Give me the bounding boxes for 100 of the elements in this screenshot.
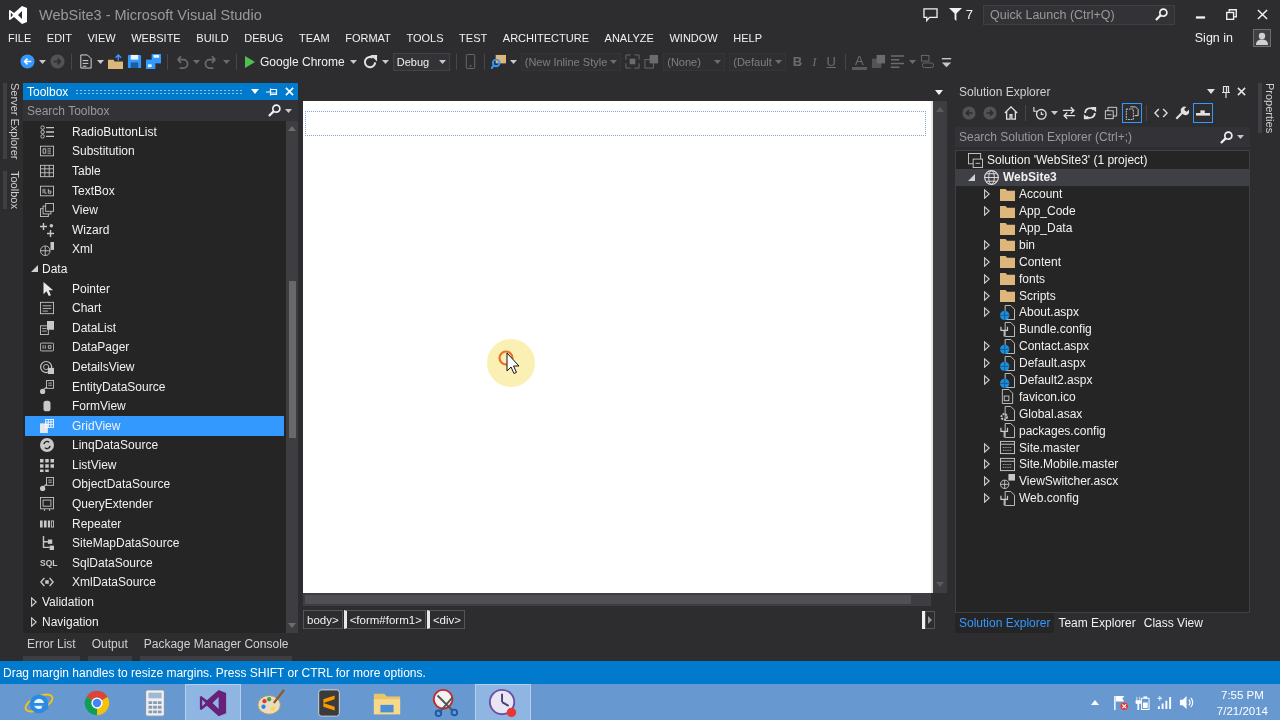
expand-arrow-icon[interactable] (984, 290, 990, 301)
refresh-icon[interactable] (362, 54, 378, 69)
configuration-dropdown[interactable]: Debug (392, 52, 450, 71)
caret-icon[interactable] (39, 59, 46, 64)
search-field[interactable]: Search Solution Explorer (Ctrl+;) (955, 127, 1250, 147)
expand-arrow-icon[interactable] (984, 442, 990, 453)
toolbox-item[interactable]: EntityDataSource (25, 376, 284, 397)
up-caret-icon[interactable] (1090, 700, 1099, 705)
tree-item[interactable]: Site.Mobile.master (956, 456, 1249, 473)
search-icon[interactable] (1155, 8, 1168, 21)
toolbox-item[interactable]: Substitution (25, 141, 284, 162)
flag-icon[interactable] (1112, 695, 1128, 710)
toolbox-group[interactable]: Navigation (25, 611, 284, 632)
menu-item[interactable]: HELP (725, 32, 770, 44)
toolbox-item[interactable]: Xml (25, 239, 284, 260)
tree-item[interactable]: Solution 'WebSite3' (1 project) (956, 152, 1249, 169)
toolbox-item[interactable]: Chart (25, 298, 284, 318)
menu-item[interactable]: WINDOW (661, 32, 726, 44)
tree-item[interactable]: WebSite3 (956, 168, 1249, 186)
folder-magnifier-icon[interactable] (490, 54, 506, 69)
collapse-arrow-icon[interactable] (31, 265, 38, 273)
bar-icon[interactable] (1193, 103, 1213, 123)
menu-item[interactable]: FILE (0, 32, 40, 44)
toolbox-item[interactable]: SQL SqlDataSource (25, 553, 284, 573)
expand-arrow-icon[interactable] (984, 341, 990, 352)
toolbox-item[interactable]: ListView (25, 455, 284, 475)
tree-item[interactable]: Contact.aspx (956, 337, 1249, 355)
menu-item[interactable]: TEST (451, 32, 495, 44)
tree-item[interactable]: Web.config (956, 489, 1249, 507)
caret-icon[interactable] (1207, 89, 1215, 94)
toolbox-item[interactable]: LinqDataSource (25, 435, 284, 456)
toolbox-item[interactable]: Wizard (25, 219, 284, 240)
new-file-icon[interactable] (78, 54, 93, 69)
panel-tab[interactable]: Solution Explorer (955, 613, 1055, 633)
tag-selector[interactable]: <div> (426, 610, 466, 629)
expand-arrow-icon[interactable] (984, 307, 990, 318)
caret-icon[interactable] (1237, 135, 1244, 139)
toolbox-item[interactable]: DataList (25, 317, 284, 338)
speaker-icon[interactable] (1178, 695, 1194, 710)
signal-icon[interactable] (1156, 695, 1172, 710)
tag-selector[interactable]: <form#form1> (343, 610, 426, 629)
menu-item[interactable]: WEBSITE (123, 32, 189, 44)
tree-item[interactable]: Content (956, 253, 1249, 271)
menu-item[interactable]: DEBUG (236, 32, 292, 44)
tree-item[interactable]: Default.aspx (956, 354, 1249, 372)
tree-item[interactable]: favicon.ico (956, 388, 1249, 406)
menu-item[interactable]: ARCHITECTURE (495, 32, 597, 44)
save-all-icon[interactable] (146, 54, 161, 69)
scroll-right-icon[interactable] (922, 610, 935, 629)
toolbox-item[interactable]: DataPager (25, 337, 284, 358)
close-icon[interactable] (1257, 9, 1268, 20)
collapse-arrow-icon[interactable] (968, 173, 975, 181)
speech-bubble-icon[interactable] (922, 7, 938, 22)
expand-arrow-icon[interactable] (984, 493, 990, 504)
tree-item[interactable]: Account (956, 185, 1249, 203)
toolbox-item[interactable]: ObjectDataSource (25, 474, 284, 495)
tree-item[interactable]: App_Data (956, 219, 1249, 237)
menu-item[interactable]: VIEW (79, 32, 124, 44)
caret-icon[interactable] (381, 59, 389, 64)
toolbox-item[interactable]: Repeater (25, 513, 284, 534)
back-arrow-icon[interactable] (20, 54, 35, 69)
scrollbar[interactable] (303, 593, 931, 606)
tree-item[interactable]: App_Code (956, 202, 1249, 220)
user-avatar-icon[interactable] (1253, 29, 1271, 47)
menu-item[interactable]: BUILD (188, 32, 237, 44)
expand-arrow-icon[interactable] (31, 597, 37, 608)
restore-icon[interactable] (1226, 9, 1237, 20)
toolbox-item[interactable]: RadioButtonList (25, 122, 284, 142)
menu-item[interactable]: ANALYZE (596, 32, 662, 44)
menu-item[interactable]: EDIT (39, 32, 80, 44)
toolbox-group[interactable]: Validation (25, 592, 284, 612)
panel-tab[interactable]: Team Explorer (1054, 613, 1140, 633)
tree-item[interactable]: packages.config (956, 422, 1249, 440)
expand-arrow-icon[interactable] (984, 206, 990, 217)
menu-item[interactable]: FORMAT (337, 32, 399, 44)
tree-item[interactable]: About.aspx (956, 304, 1249, 321)
search-field[interactable]: Search Toolbox (23, 100, 298, 121)
expand-arrow-icon[interactable] (984, 273, 990, 284)
expand-arrow-icon[interactable] (984, 256, 990, 267)
caret-icon[interactable] (935, 89, 943, 95)
caret-icon[interactable] (1051, 111, 1058, 115)
toolbox-item[interactable]: XmlDataSource (25, 572, 284, 593)
tree-item[interactable]: Site.master (956, 439, 1249, 457)
tree-item[interactable]: Global.asax (956, 405, 1249, 423)
toolbox-item[interactable]: QueryExtender (25, 494, 284, 514)
caret-icon[interactable] (509, 59, 517, 64)
save-icon[interactable] (127, 54, 142, 69)
run-button[interactable]: Google Chrome (243, 51, 359, 72)
tree-item[interactable]: bin (956, 236, 1249, 254)
scrollbar-thumb[interactable] (288, 281, 296, 438)
battery-plug-icon[interactable] (1134, 695, 1150, 710)
scrollbar[interactable] (286, 121, 298, 633)
toolbox-group[interactable]: Data (25, 259, 284, 279)
toolbox-item[interactable]: Pointer (25, 278, 284, 299)
tree-item[interactable]: Scripts (956, 287, 1249, 304)
pin-icon[interactable] (1222, 85, 1230, 98)
menu-item[interactable]: TEAM (291, 32, 338, 44)
open-folder-icon[interactable] (108, 54, 123, 69)
sign-in-link[interactable]: Sign in (1194, 31, 1233, 45)
expand-arrow-icon[interactable] (984, 358, 990, 369)
